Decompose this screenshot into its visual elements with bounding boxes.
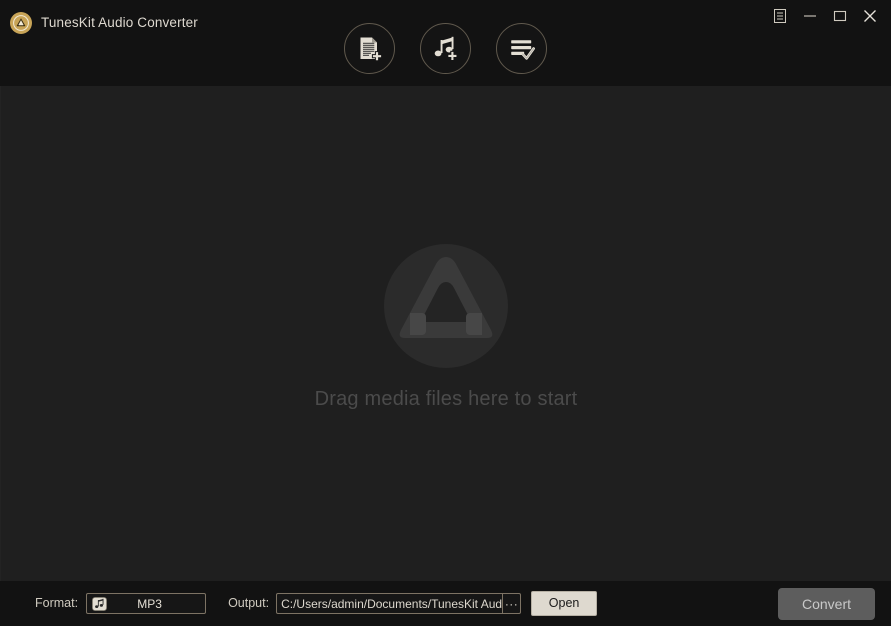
maximize-button[interactable] xyxy=(825,5,855,27)
music-note-plus-icon xyxy=(432,35,459,62)
open-button[interactable]: Open xyxy=(531,591,597,616)
convert-button[interactable]: Convert xyxy=(778,588,875,620)
drop-zone-label: Drag media files here to start xyxy=(315,389,578,409)
drop-zone[interactable]: Drag media files here to start xyxy=(0,86,891,581)
window-controls xyxy=(765,5,885,27)
bottom-bar: Format: MP3 Output: C:/Users/admin/Docum… xyxy=(0,581,891,626)
document-plus-icon xyxy=(356,35,383,62)
format-list-button[interactable] xyxy=(496,23,547,74)
title-bar: TunesKit Audio Converter xyxy=(0,0,891,86)
music-note-badge-icon xyxy=(91,596,108,611)
maximize-icon xyxy=(833,10,847,22)
list-menu-icon xyxy=(774,9,786,23)
add-file-button[interactable] xyxy=(344,23,395,74)
output-path-field[interactable]: C:/Users/admin/Documents/TunesKit Audio … xyxy=(276,593,521,614)
format-value: MP3 xyxy=(108,598,203,610)
list-check-icon xyxy=(508,35,535,62)
format-select[interactable]: MP3 xyxy=(86,593,206,614)
output-label: Output: xyxy=(228,597,269,610)
menu-button[interactable] xyxy=(765,5,795,27)
minimize-button[interactable] xyxy=(795,5,825,27)
output-path-value: C:/Users/admin/Documents/TunesKit Audio … xyxy=(277,598,502,610)
minimize-icon xyxy=(803,10,817,22)
close-icon xyxy=(863,9,877,23)
add-music-button[interactable] xyxy=(420,23,471,74)
drop-zone-content: Drag media files here to start xyxy=(315,241,578,409)
app-window: TunesKit Audio Converter xyxy=(0,0,891,626)
tuneskit-headphone-watermark-icon xyxy=(381,241,511,371)
format-label: Format: xyxy=(35,597,78,610)
browse-folder-button[interactable]: ··· xyxy=(502,594,520,613)
close-button[interactable] xyxy=(855,5,885,27)
toolbar xyxy=(0,23,891,74)
